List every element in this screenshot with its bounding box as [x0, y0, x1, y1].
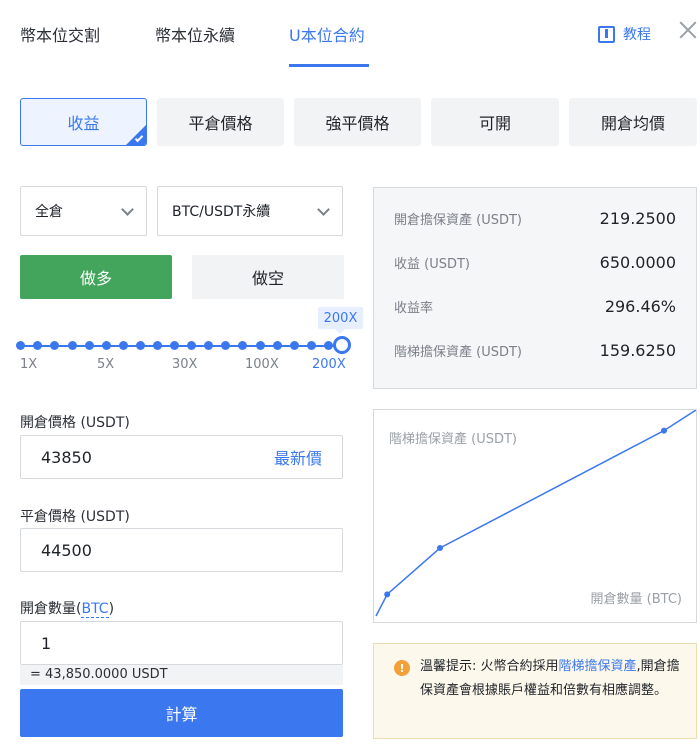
result-row: 收益 (USDT) 650.0000 — [394, 253, 676, 272]
quantity-input[interactable]: 1 — [20, 621, 343, 665]
quantity-value: 1 — [41, 633, 52, 653]
result-label: 階梯擔保資產 (USDT) — [394, 345, 522, 360]
result-label: 開倉擔保資產 (USDT) — [394, 213, 522, 228]
leverage-label[interactable]: 200X — [312, 357, 346, 372]
quantity-unit-switch[interactable]: BTC — [81, 601, 109, 618]
leverage-label[interactable]: 30X — [172, 357, 197, 372]
leverage-step[interactable] — [16, 341, 25, 350]
leverage-step[interactable] — [256, 341, 265, 350]
leverage-step[interactable] — [187, 341, 196, 350]
quantity-label-suffix: ) — [108, 601, 115, 617]
leverage-step[interactable] — [102, 341, 111, 350]
tab-coin-delivery[interactable]: 幣本位交割 — [20, 22, 100, 46]
quantity-label-prefix: 開倉數量( — [20, 601, 82, 617]
leverage-step[interactable] — [238, 341, 247, 350]
long-button[interactable]: 做多 — [20, 255, 172, 299]
contract-select[interactable]: BTC/USDT永續 — [157, 186, 343, 236]
tab-coin-perpetual[interactable]: 幣本位永續 — [155, 22, 235, 46]
result-row: 階梯擔保資產 (USDT) 159.6250 — [394, 341, 676, 360]
result-panel: 開倉擔保資產 (USDT) 219.2500 收益 (USDT) 650.000… — [373, 187, 697, 389]
tab-usdt-contract[interactable]: U本位合約 — [289, 22, 365, 46]
tutorial-link[interactable]: 教程 — [598, 24, 651, 44]
book-icon — [598, 25, 615, 43]
leverage-tooltip: 200X — [318, 307, 363, 334]
result-label: 收益 (USDT) — [394, 257, 470, 272]
calculate-button[interactable]: 計算 — [20, 689, 343, 737]
contract-value: BTC/USDT永續 — [172, 204, 271, 220]
notice-text: 溫馨提示: 火幣合約採用階梯擔保資產,開倉擔保資產會根據賬戶權益和倍數有相應調整… — [420, 655, 682, 703]
close-price-label: 平倉價格 (USDT) — [20, 509, 130, 525]
open-price-value: 43850 — [41, 447, 92, 467]
leverage-step[interactable] — [33, 341, 42, 350]
open-price-label: 開倉價格 (USDT) — [20, 415, 130, 431]
leverage-step[interactable] — [50, 341, 59, 350]
leverage-step[interactable] — [136, 341, 145, 350]
leverage-step[interactable] — [170, 341, 179, 350]
leverage-step[interactable] — [273, 341, 282, 350]
leverage-step[interactable] — [307, 341, 316, 350]
leverage-label[interactable]: 100X — [245, 357, 279, 372]
chart-canvas — [375, 410, 696, 617]
margin-mode-value: 全倉 — [35, 204, 63, 220]
calc-type-liquidation-price[interactable]: 強平價格 — [294, 98, 421, 146]
calc-type-avg-open-price[interactable]: 開倉均價 — [569, 98, 697, 146]
chart-point — [384, 591, 391, 598]
close-icon[interactable] — [677, 19, 699, 41]
leverage-step[interactable] — [204, 341, 213, 350]
leverage-step[interactable] — [324, 341, 333, 350]
quantity-conversion: = 43,850.0000 USDT — [20, 665, 343, 685]
close-price-value: 44500 — [41, 540, 92, 560]
chevron-down-icon — [317, 202, 330, 216]
active-tab-indicator — [289, 64, 369, 67]
warning-icon: ! — [394, 660, 410, 676]
calc-type-max-open[interactable]: 可開 — [431, 98, 559, 146]
chart-point — [437, 545, 443, 552]
leverage-slider-handle[interactable] — [333, 336, 351, 354]
leverage-label[interactable]: 5X — [97, 357, 114, 372]
leverage-step[interactable] — [290, 341, 299, 350]
short-button[interactable]: 做空 — [192, 255, 344, 299]
result-value: 219.2500 — [599, 209, 676, 228]
leverage-step[interactable] — [153, 341, 162, 350]
calc-type-label: 收益 — [67, 114, 100, 133]
quantity-label: 開倉數量(BTC) — [20, 598, 114, 618]
margin-mode-select[interactable]: 全倉 — [20, 186, 147, 236]
leverage-step[interactable] — [68, 341, 77, 350]
notice-prefix: 溫馨提示: 火幣合約採用 — [420, 659, 559, 674]
notice-box: ! 溫馨提示: 火幣合約採用階梯擔保資產,開倉擔保資產會根據賬戶權益和倍數有相應… — [373, 643, 697, 739]
result-label: 收益率 — [394, 301, 434, 316]
close-price-input[interactable]: 44500 — [20, 528, 343, 572]
selected-corner — [126, 125, 146, 145]
leverage-step[interactable] — [119, 341, 128, 350]
chart-series-line — [375, 410, 696, 617]
chevron-down-icon — [121, 202, 134, 216]
calc-type-profit[interactable]: 收益 — [20, 98, 147, 146]
tutorial-label: 教程 — [623, 27, 651, 43]
tiered-margin-link[interactable]: 階梯擔保資產 — [559, 659, 637, 674]
calc-type-close-price[interactable]: 平倉價格 — [157, 98, 284, 146]
leverage-step[interactable] — [221, 341, 230, 350]
result-value: 159.6250 — [599, 341, 676, 360]
result-value: 296.46% — [604, 297, 676, 316]
result-row: 收益率 296.46% — [394, 297, 676, 316]
tiered-margin-chart: 階梯擔保資產 (USDT) 開倉數量 (BTC) — [373, 409, 697, 623]
leverage-step[interactable] — [85, 341, 94, 350]
result-value: 650.0000 — [599, 253, 676, 272]
result-row: 開倉擔保資產 (USDT) 219.2500 — [394, 209, 676, 228]
leverage-label[interactable]: 1X — [20, 357, 37, 372]
open-price-input[interactable]: 43850 最新價 — [20, 435, 343, 479]
latest-price-button[interactable]: 最新價 — [274, 445, 322, 469]
chart-point — [661, 427, 667, 434]
